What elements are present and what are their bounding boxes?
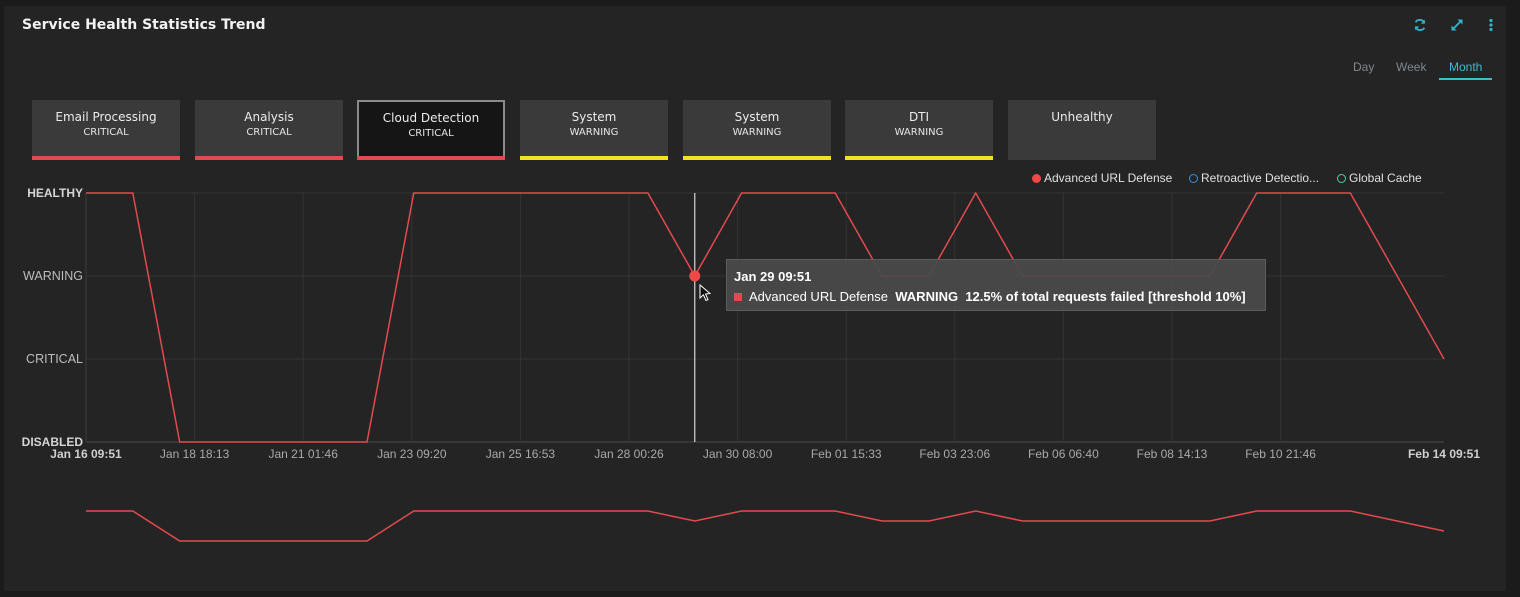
tooltip-series: Advanced URL Defense bbox=[749, 289, 888, 304]
x-axis-label: Jan 21 01:46 bbox=[268, 447, 338, 461]
x-axis-label: Jan 16 09:51 bbox=[50, 447, 122, 461]
x-axis-label: Feb 06 06:40 bbox=[1028, 447, 1099, 461]
navigator-line[interactable] bbox=[86, 510, 1445, 542]
tooltip-status: WARNING bbox=[895, 289, 959, 304]
series-swatch-icon bbox=[734, 293, 742, 301]
x-axis-label: Jan 28 00:26 bbox=[594, 447, 664, 461]
highlighted-data-point[interactable] bbox=[689, 270, 701, 282]
x-axis-label: Jan 25 16:53 bbox=[486, 447, 556, 461]
x-axis-label: Feb 14 09:51 bbox=[1408, 447, 1480, 461]
x-axis-label: Feb 08 14:13 bbox=[1137, 447, 1208, 461]
tooltip-date: Jan 29 09:51 bbox=[734, 269, 812, 284]
tooltip-message: 12.5% of total requests failed [threshol… bbox=[965, 289, 1246, 304]
x-axis-label: Jan 18 18:13 bbox=[160, 447, 230, 461]
x-axis-label: Feb 01 15:33 bbox=[811, 447, 882, 461]
y-axis-label: HEALTHY bbox=[27, 186, 83, 200]
x-axis-label: Jan 30 08:00 bbox=[703, 447, 773, 461]
x-axis-label: Feb 10 21:46 bbox=[1245, 447, 1316, 461]
chart-tooltip: Jan 29 09:51 Advanced URL Defense WARNIN… bbox=[726, 259, 1266, 311]
x-axis-label: Jan 23 09:20 bbox=[377, 447, 447, 461]
y-axis-label: WARNING bbox=[23, 269, 83, 283]
x-axis-label: Feb 03 23:06 bbox=[919, 447, 990, 461]
tooltip-row: Advanced URL Defense WARNING 12.5% of to… bbox=[734, 289, 1246, 304]
mouse-cursor-icon bbox=[699, 283, 712, 302]
series-line-advanced-url-defense[interactable] bbox=[86, 191, 1445, 443]
y-axis-label: CRITICAL bbox=[26, 352, 83, 366]
